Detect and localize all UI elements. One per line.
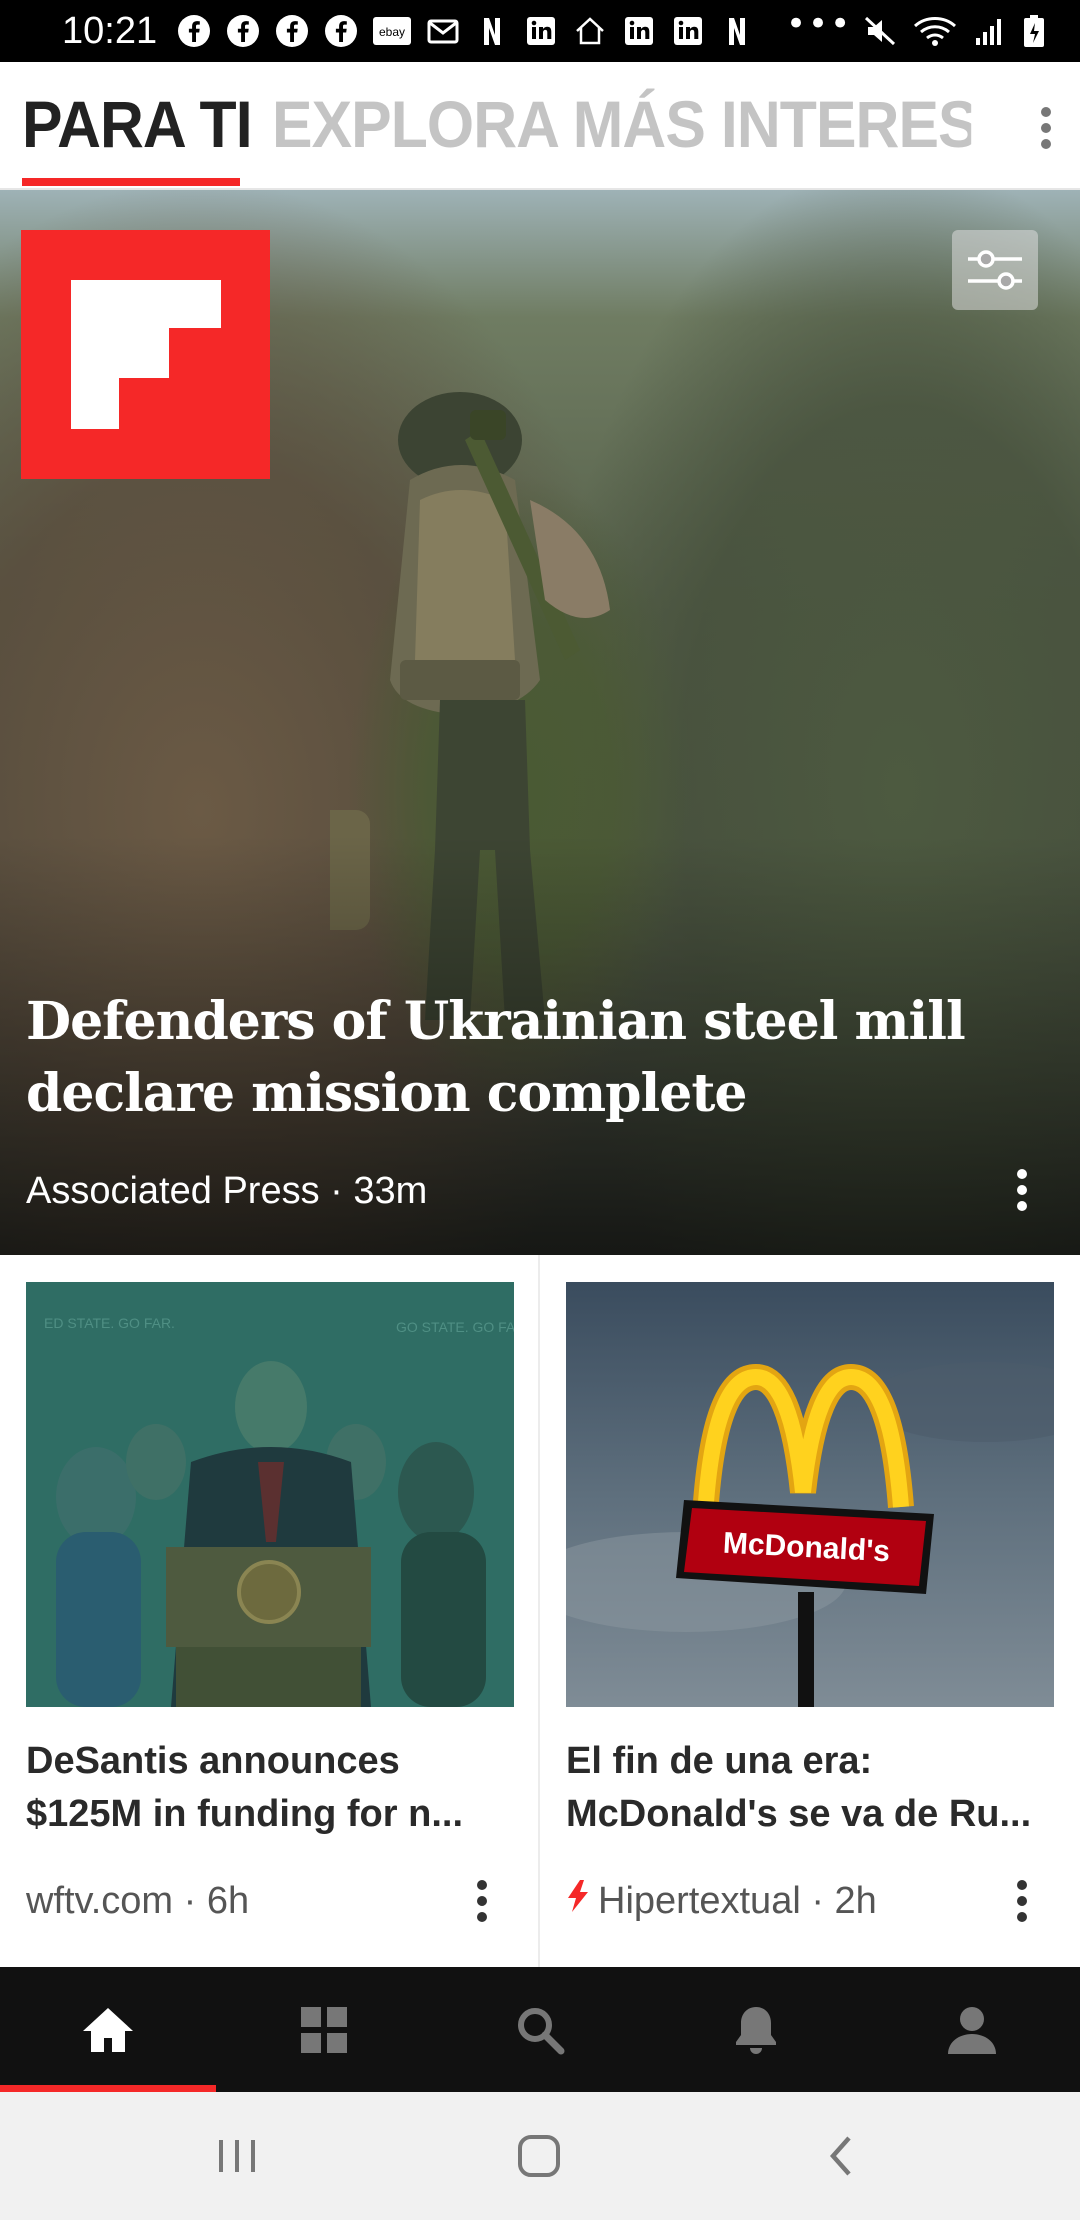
linkedin-icon [670,13,706,49]
recent-apps-icon [219,2140,255,2172]
back-button[interactable] [796,2120,886,2192]
flipboard-logo [21,230,270,479]
tab-explora-mas-intereses[interactable]: EXPLORA MÁS INTERESES [272,84,971,164]
home-button[interactable] [494,2120,584,2192]
notification-icons: ebay [176,13,755,49]
more-options-icon[interactable] [1026,100,1066,156]
battery-icon [1022,13,1046,49]
card-more-options-icon[interactable] [462,1871,502,1931]
bell-icon [736,2006,776,2054]
active-tab-indicator [22,178,240,186]
netflix-icon [719,13,755,49]
linkedin-icon [621,13,657,49]
hero-story[interactable]: Defenders of Ukrainian steel mill declar… [0,190,1080,1255]
hero-headline[interactable]: Defenders of Ukrainian steel mill declar… [26,986,1006,1130]
backdrop-sign-left: ED STATE. GO FAR. [44,1315,175,1331]
back-icon [829,2136,851,2176]
facebook-icon [225,13,261,49]
nav-profile[interactable] [864,1967,1080,2092]
status-time: 10:21 [62,10,158,52]
hero-more-options-icon[interactable] [1002,1158,1042,1222]
signal-icon [972,13,1008,49]
wifi-icon [912,13,958,49]
story-card[interactable]: McDonald's El fin de una era: McDonald's… [540,1255,1080,1967]
card-source-label: Hipertextual · 2h [598,1880,877,1922]
filter-settings-button[interactable] [952,230,1038,310]
bottom-navigation [0,1967,1080,2093]
card-image-desantis[interactable]: ED STATE. GO FAR. GO STATE. GO FA [26,1282,514,1707]
hero-source[interactable]: Associated Press · 33m [26,1168,427,1214]
system-navigation-bar [0,2092,1080,2220]
status-bar: 10:21 ebay ••• [0,0,1080,62]
section-tabs: PARA TI EXPLORA MÁS INTERESES [0,62,1080,190]
facebook-icon [176,13,212,49]
home-button-icon [518,2135,560,2177]
card-image-mcdonalds[interactable]: McDonald's [566,1282,1054,1707]
recent-apps-button[interactable] [192,2120,282,2192]
ebay-label: ebay [379,25,405,39]
mail-icon [425,13,461,49]
linkedin-icon [523,13,559,49]
tab-para-ti[interactable]: PARA TI [22,84,253,164]
facebook-icon [323,13,359,49]
home-icon [572,13,608,49]
grid-icon [301,2006,347,2053]
card-source[interactable]: Hipertextual · 2h [566,1877,877,1925]
nav-explore[interactable] [216,1967,432,2092]
sliders-icon [968,250,1022,290]
backdrop-sign-right: GO STATE. GO FA [396,1319,514,1335]
nav-search[interactable] [432,1967,648,2092]
home-icon [83,2007,133,2052]
profile-icon [948,2006,996,2054]
card-source[interactable]: wftv.com · 6h [26,1877,249,1925]
mute-icon [862,13,898,49]
more-notifications-indicator: ••• [786,4,853,44]
card-more-options-icon[interactable] [1002,1871,1042,1931]
story-card[interactable]: ED STATE. GO FAR. GO STATE. GO FA DeSant… [0,1255,540,1967]
netflix-icon [474,13,510,49]
ebay-icon: ebay [372,13,412,49]
card-headline[interactable]: DeSantis announces $125M in funding for … [26,1735,522,1841]
card-source-label: wftv.com · 6h [26,1880,250,1922]
lightning-icon [566,1877,590,1925]
system-status-icons [862,12,1046,50]
nav-notifications[interactable] [648,1967,864,2092]
card-headline[interactable]: El fin de una era: McDonald's se va de R… [566,1735,1062,1841]
facebook-icon [274,13,310,49]
search-icon [518,2007,565,2054]
nav-home[interactable] [0,1967,216,2092]
